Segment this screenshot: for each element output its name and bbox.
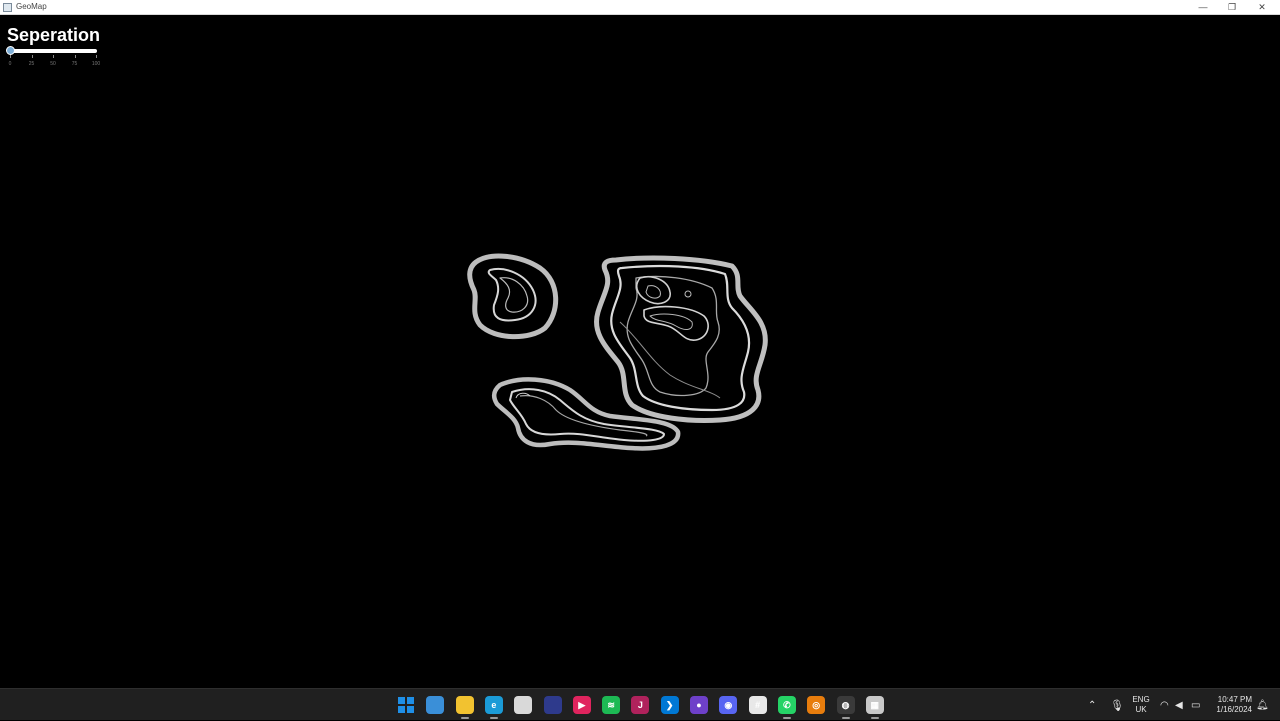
separation-slider-title: Seperation — [7, 25, 101, 45]
contour-island-large — [594, 255, 768, 423]
running-app-indicator — [870, 717, 879, 719]
language-line1: ENG — [1132, 695, 1150, 704]
taskbar: e ▶ ≋ J ❯ ● ◉ # ✆ ◎ ◍ ▦ ⌃ 🎙︎ ENG UK ◠ ◀︎ ▭ 10:47 PM… — [0, 688, 1280, 720]
vscode-icon[interactable]: ❯ — [660, 696, 679, 714]
separation-slider-thumb[interactable] — [6, 46, 15, 55]
slider-tick-label: 75 — [71, 61, 78, 67]
wifi-icon[interactable]: ◠ — [1160, 689, 1169, 721]
edge-icon[interactable]: e — [484, 696, 503, 714]
obs-icon[interactable]: ◍ — [836, 696, 855, 714]
contour-outer — [467, 253, 559, 340]
contour-inner — [645, 285, 661, 299]
slider-tick — [10, 55, 11, 58]
slider-tick-label: 0 — [8, 61, 12, 67]
running-app-indicator — [489, 717, 498, 719]
slider-tick — [31, 55, 33, 58]
input-language-indicator[interactable]: ENG UK — [1131, 695, 1151, 715]
running-app-indicator — [841, 717, 850, 719]
contour-peak — [684, 290, 692, 298]
language-line2: UK — [1135, 705, 1147, 714]
discord-icon[interactable]: ◉ — [719, 696, 738, 714]
clock-date: 1/16/2024 — [1216, 705, 1252, 714]
contour-inner — [499, 277, 529, 313]
microphone-icon[interactable]: 🎙︎ — [1110, 689, 1124, 721]
spotify-icon[interactable]: ≋ — [602, 696, 621, 714]
contour-inner — [643, 305, 709, 341]
contour-island-small — [467, 253, 559, 340]
clock-time: 10:47 PM — [1217, 695, 1252, 704]
taskbar-clock[interactable]: 10:47 PM 1/16/2024 — [1210, 695, 1252, 715]
jetbrains-icon[interactable]: J — [631, 696, 650, 714]
slider-tick — [74, 55, 76, 58]
start-icon[interactable] — [397, 696, 415, 714]
contour-inner — [635, 276, 671, 305]
slider-tick-label: 100 — [91, 61, 101, 67]
slider-tick-label: 25 — [28, 61, 35, 67]
store-icon[interactable] — [514, 696, 533, 714]
contour-inner — [487, 268, 537, 322]
slack-icon[interactable]: # — [748, 696, 767, 714]
blender-icon[interactable]: ◎ — [807, 696, 826, 714]
slider-tick — [96, 55, 97, 58]
running-app-indicator — [460, 717, 469, 719]
separation-slider-track[interactable] — [10, 49, 97, 53]
github-icon[interactable]: ● — [690, 696, 708, 714]
file-explorer-icon[interactable] — [455, 696, 474, 714]
whatsapp-icon[interactable]: ✆ — [777, 696, 796, 714]
contour-inner — [626, 275, 720, 397]
notifications-bell-icon[interactable]: 🔔︎ — [1256, 689, 1269, 721]
media-player-icon[interactable]: ▶ — [572, 696, 591, 714]
slider-tick — [53, 55, 54, 58]
battery-icon[interactable]: ▭ — [1191, 689, 1200, 721]
slider-tick-label: 50 — [50, 61, 56, 67]
contour-mid — [610, 264, 751, 412]
contour-inner — [619, 321, 721, 399]
show-hidden-icons-chevron-icon[interactable]: ⌃ — [1088, 689, 1096, 721]
widgets-icon[interactable] — [426, 696, 445, 714]
volume-icon[interactable]: ◀︎ — [1175, 689, 1183, 721]
contour-map — [467, 253, 768, 451]
app-icon-flame[interactable] — [543, 696, 562, 714]
geomap-app-icon[interactable]: ▦ — [865, 696, 884, 714]
running-app-indicator — [782, 717, 791, 719]
